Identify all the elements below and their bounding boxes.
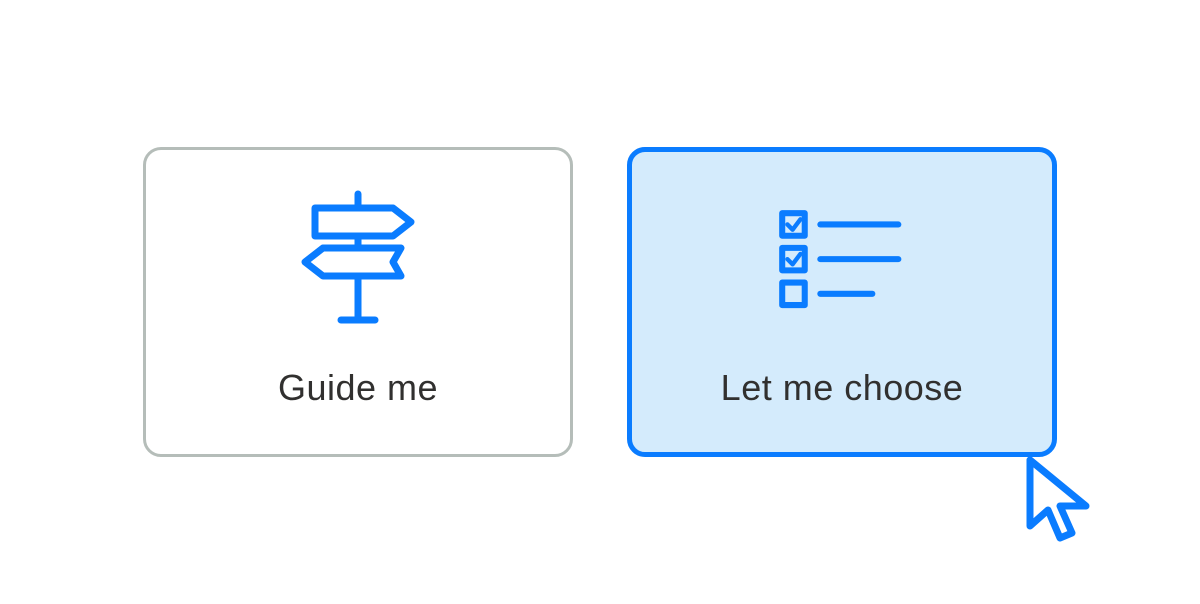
let-me-choose-label: Let me choose (721, 367, 964, 409)
let-me-choose-card[interactable]: Let me choose (627, 147, 1057, 457)
option-cards-container: Guide me Let me choose (143, 147, 1057, 457)
signpost-icon (293, 195, 423, 325)
checklist-icon (777, 195, 907, 325)
cursor-icon (1020, 454, 1100, 544)
guide-me-label: Guide me (278, 367, 438, 409)
guide-me-card[interactable]: Guide me (143, 147, 573, 457)
